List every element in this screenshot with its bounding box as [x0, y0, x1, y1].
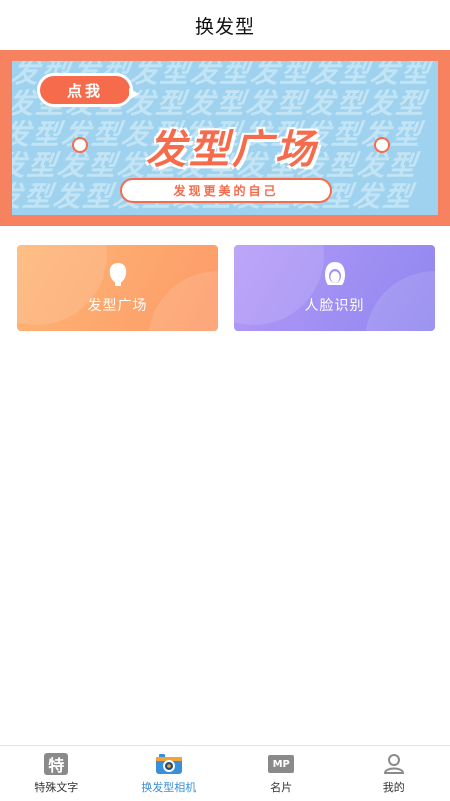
tab-label: 我的: [383, 779, 405, 795]
hair-head-icon: [105, 261, 131, 287]
banner[interactable]: 发型发型发型发型发型发型发型 发型发型发型发型发型发型发型 发型发型发型发型发型…: [0, 50, 450, 226]
user-icon: [380, 752, 408, 776]
card-label: 发型广场: [88, 295, 148, 315]
card-decoration: [365, 271, 435, 331]
header: 换发型: [0, 0, 450, 50]
special-text-icon: 特: [42, 752, 70, 776]
banner-title: 发型广场: [107, 117, 357, 175]
hairstyle-square-card[interactable]: 发型广场: [17, 245, 218, 331]
tab-label: 名片: [270, 779, 292, 795]
face-recognition-card[interactable]: 人脸识别: [234, 245, 435, 331]
banner-dot-left: [72, 137, 88, 153]
banner-dot-right: [374, 137, 390, 153]
face-icon: [322, 261, 348, 287]
tab-mine[interactable]: 我的: [338, 746, 450, 801]
card-decoration: [148, 271, 218, 331]
page-title: 换发型: [195, 12, 255, 39]
business-card-icon: MP: [267, 752, 295, 776]
click-me-bubble[interactable]: 点我: [37, 73, 133, 107]
tab-business-card[interactable]: MP 名片: [225, 746, 338, 801]
bottom-tab-bar: 特 特殊文字 换发型相机 MP 名片 我的: [0, 745, 450, 801]
tab-special-text[interactable]: 特 特殊文字: [0, 746, 113, 801]
bubble-label: 点我: [67, 80, 103, 101]
camera-icon: [155, 752, 183, 776]
tab-label: 特殊文字: [34, 779, 78, 795]
card-label: 人脸识别: [305, 295, 365, 315]
banner-subtitle-pill: 发现更美的自己: [120, 178, 332, 203]
banner-subtitle: 发现更美的自己: [173, 182, 278, 199]
tab-hair-camera[interactable]: 换发型相机: [113, 746, 226, 801]
banner-inner[interactable]: 发型发型发型发型发型发型发型 发型发型发型发型发型发型发型 发型发型发型发型发型…: [12, 61, 438, 215]
tab-label: 换发型相机: [141, 779, 196, 795]
